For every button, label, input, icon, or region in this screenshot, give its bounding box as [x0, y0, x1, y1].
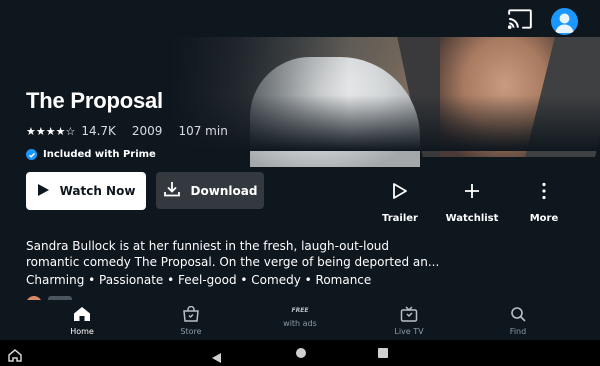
movie-meta-row: ★★★★☆ 14.7K 2009 107 min — [26, 124, 228, 138]
bottom-navigation: Home Store FREE with ads Live TV Find — [0, 300, 600, 340]
watchlist-label: Watchlist — [445, 213, 499, 224]
synopsis-text[interactable]: Sandra Bullock is at her funniest in the… — [26, 238, 446, 270]
nav-find[interactable]: Find — [483, 306, 553, 336]
nav-live-tv[interactable]: Live TV — [374, 306, 444, 336]
nav-live-tv-label: Live TV — [394, 327, 424, 336]
nav-free-with-ads[interactable]: FREE with ads — [265, 306, 335, 328]
more-button[interactable]: More — [514, 182, 574, 224]
system-navigation-bar — [0, 340, 600, 366]
watch-now-label: Watch Now — [59, 184, 136, 198]
cast-icon[interactable] — [507, 6, 533, 36]
prime-label: Included with Prime — [43, 149, 156, 160]
free-with-ads-icon: FREE — [291, 307, 309, 314]
trailer-button[interactable]: Trailer — [370, 182, 430, 224]
nav-home-label: Home — [70, 327, 94, 336]
profile-avatar[interactable] — [551, 7, 578, 35]
prime-badge: Included with Prime — [26, 149, 156, 160]
review-count: 14.7K — [81, 124, 116, 138]
system-back-icon[interactable] — [212, 348, 222, 366]
nav-home[interactable]: Home — [47, 306, 117, 336]
movie-title: The Proposal — [26, 88, 163, 113]
search-icon — [510, 306, 526, 324]
trailer-label: Trailer — [382, 213, 418, 224]
top-bar — [507, 6, 578, 36]
download-button[interactable]: Download — [156, 172, 264, 209]
system-recents-icon[interactable] — [378, 348, 388, 358]
system-home-icon[interactable] — [8, 347, 22, 366]
more-vertical-icon — [541, 182, 547, 200]
live-tv-icon — [400, 306, 418, 324]
play-icon — [37, 183, 50, 200]
runtime: 107 min — [178, 124, 228, 138]
download-label: Download — [190, 183, 258, 198]
download-icon — [163, 180, 181, 201]
release-year: 2009 — [131, 124, 163, 138]
watch-now-button[interactable]: Watch Now — [26, 172, 146, 210]
nav-free-label: with ads — [283, 319, 317, 328]
play-outline-icon — [392, 182, 408, 200]
check-circle-icon — [26, 149, 37, 160]
store-icon — [182, 305, 200, 324]
home-icon — [73, 306, 91, 324]
plus-icon — [463, 182, 481, 200]
nav-find-label: Find — [509, 327, 527, 336]
nav-store-label: Store — [180, 327, 202, 336]
watchlist-button[interactable]: Watchlist — [442, 182, 502, 224]
more-label: More — [529, 213, 559, 224]
nav-store[interactable]: Store — [156, 305, 226, 336]
genre-tags: Charming • Passionate • Feel-good • Come… — [26, 273, 372, 287]
star-rating: ★★★★☆ — [26, 124, 76, 138]
system-home-button-icon[interactable] — [296, 348, 306, 358]
